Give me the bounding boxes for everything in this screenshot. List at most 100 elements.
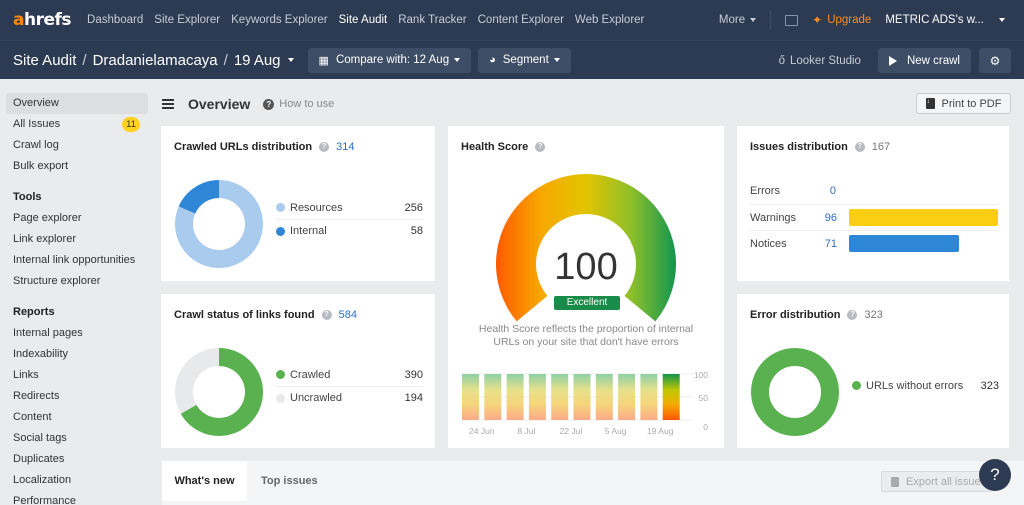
- help-icon[interactable]: ?: [321, 310, 332, 320]
- crawled-urls-card: Crawled URLs distribution ? 314 Resource…: [161, 126, 435, 281]
- history-bar[interactable]: [528, 374, 546, 420]
- bottom-panel: What's new Top issues Export all issues: [162, 461, 1024, 505]
- issue-count[interactable]: 0: [810, 185, 836, 197]
- card-title: Crawl status of links found ? 584: [174, 309, 357, 321]
- total-count: 323: [864, 309, 883, 321]
- legend-dot: [276, 226, 285, 236]
- sidebar-item-performance[interactable]: Performance: [6, 491, 148, 505]
- history-bar[interactable]: [484, 374, 502, 420]
- legend-item-crawled[interactable]: Crawled 390: [276, 363, 423, 386]
- history-bar[interactable]: [662, 374, 680, 420]
- history-bar[interactable]: [640, 374, 658, 420]
- sidebar-item-bulk-export[interactable]: Bulk export: [6, 156, 148, 177]
- nav-link-dashboard[interactable]: Dashboard: [87, 14, 143, 26]
- sidebar-item-indexability[interactable]: Indexability: [6, 344, 148, 365]
- settings-button[interactable]: ⚙: [979, 48, 1011, 73]
- history-bar[interactable]: [506, 374, 524, 420]
- sidebar-item-structure-explorer[interactable]: Structure explorer: [6, 271, 148, 292]
- crawl-status-card: Crawl status of links found ? 584 Crawle…: [161, 294, 435, 448]
- x-tick-label: 5 Aug: [605, 426, 627, 436]
- segment-button[interactable]: ◕ Segment: [478, 47, 571, 73]
- total-count-link[interactable]: 314: [336, 141, 354, 153]
- sparkle-icon: ✦: [812, 13, 823, 27]
- sidebar-item-duplicates[interactable]: Duplicates: [6, 449, 148, 470]
- tab-top-issues[interactable]: Top issues: [261, 461, 318, 501]
- sidebar-item-overview[interactable]: Overview: [6, 93, 148, 114]
- sidebar-item-internal-link-opportunities[interactable]: Internal link opportunities: [6, 250, 148, 271]
- history-bar[interactable]: [462, 374, 479, 420]
- health-score-card: Health Score ? 100 Excellent Health Scor…: [448, 126, 724, 448]
- sidebar-item-content[interactable]: Content: [6, 407, 148, 428]
- account-menu[interactable]: METRIC ADS's w...: [885, 14, 984, 26]
- help-button[interactable]: ?: [979, 459, 1011, 491]
- issue-row-errors[interactable]: Errors 0: [750, 178, 998, 204]
- chevron-down-icon[interactable]: [999, 18, 1005, 22]
- chevron-down-icon: [750, 17, 757, 22]
- issue-count[interactable]: 96: [810, 212, 837, 224]
- history-bar[interactable]: [551, 374, 569, 420]
- sidebar-item-crawl-log[interactable]: Crawl log: [6, 135, 148, 156]
- history-bar[interactable]: [573, 374, 591, 420]
- x-tick-label: 8 Jul: [517, 426, 535, 436]
- legend-item-resources[interactable]: Resources 256: [276, 196, 423, 219]
- print-to-pdf-button[interactable]: Print to PDF: [916, 93, 1011, 114]
- breadcrumb-separator: /: [223, 51, 228, 69]
- history-bar[interactable]: [595, 374, 613, 420]
- sidebar-item-social-tags[interactable]: Social tags: [6, 428, 148, 449]
- compare-with-button[interactable]: ▦ Compare with: 12 Aug: [307, 47, 472, 73]
- issue-bar-notices: [849, 235, 959, 252]
- upgrade-link[interactable]: ✦ Upgrade: [812, 13, 871, 27]
- total-count-link[interactable]: 584: [339, 309, 357, 321]
- help-icon[interactable]: ?: [319, 142, 330, 152]
- how-to-use-link[interactable]: How to use: [279, 98, 334, 110]
- download-doc-icon: [925, 98, 935, 109]
- issue-row-warnings[interactable]: Warnings 96: [750, 204, 998, 230]
- new-crawl-button[interactable]: New crawl: [877, 48, 971, 73]
- sidebar-item-all-issues[interactable]: All Issues 11: [6, 114, 148, 135]
- breadcrumb-site-audit[interactable]: Site Audit: [13, 52, 76, 69]
- y-tick-label: 50: [699, 393, 709, 403]
- total-count: 167: [871, 141, 891, 153]
- sidebar-item-localization[interactable]: Localization: [6, 470, 148, 491]
- sidebar-item-internal-pages[interactable]: Internal pages: [6, 323, 148, 344]
- chevron-down-icon[interactable]: [287, 58, 294, 62]
- sidebar-item-redirects[interactable]: Redirects: [6, 386, 148, 407]
- nav-link-web-explorer[interactable]: Web Explorer: [575, 14, 644, 26]
- breadcrumb-project[interactable]: Dradanielamacaya: [93, 52, 218, 69]
- nav-link-rank-tracker[interactable]: Rank Tracker: [398, 14, 466, 26]
- legend-dot: [276, 203, 285, 212]
- issue-count[interactable]: 71: [810, 238, 837, 250]
- sidebar-item-page-explorer[interactable]: Page explorer: [6, 208, 148, 229]
- sidebar-item-links[interactable]: Links: [6, 365, 148, 386]
- ahrefs-logo[interactable]: ahrefs: [13, 10, 72, 30]
- crawled-urls-donut: [175, 180, 263, 268]
- health-score-value: 100: [554, 246, 618, 288]
- sidebar-item-link-explorer[interactable]: Link explorer: [6, 229, 148, 250]
- menu-icon[interactable]: [162, 99, 174, 109]
- nav-link-content-explorer[interactable]: Content Explorer: [478, 14, 564, 26]
- legend-item-internal[interactable]: Internal 58: [276, 219, 423, 242]
- crawl-status-slice-1[interactable]: [175, 348, 219, 414]
- looker-studio-link[interactable]: ő Looker Studio: [779, 55, 861, 67]
- legend-item-urls-without-errors[interactable]: URLs without errors 323: [852, 374, 999, 397]
- crawled-urls-slice-internal[interactable]: [178, 180, 219, 214]
- help-icon: ?: [263, 98, 275, 110]
- nav-link-site-audit[interactable]: Site Audit: [339, 14, 388, 26]
- nav-link-site-explorer[interactable]: Site Explorer: [154, 14, 220, 26]
- history-bar[interactable]: [618, 374, 636, 420]
- more-menu[interactable]: More: [719, 14, 757, 26]
- help-icon[interactable]: ?: [847, 310, 858, 320]
- health-history-chart: 0 50 100 24 Jun 8 Jul 22 Jul 5 Aug 19 Aug: [461, 370, 709, 436]
- legend-item-uncrawled[interactable]: Uncrawled 194: [276, 386, 423, 409]
- issue-row-notices[interactable]: Notices 71: [750, 230, 998, 256]
- breadcrumb-date[interactable]: 19 Aug: [234, 52, 281, 69]
- chevron-down-icon: [553, 58, 560, 62]
- help-icon[interactable]: ?: [854, 142, 865, 152]
- monitor-icon[interactable]: [785, 14, 799, 26]
- export-all-issues-button[interactable]: Export all issues: [881, 471, 991, 492]
- help-icon[interactable]: ?: [535, 142, 546, 152]
- page-header: Overview ? How to use: [162, 93, 334, 115]
- tab-whats-new[interactable]: What's new: [162, 461, 247, 501]
- error-distribution-slice-0[interactable]: [751, 348, 839, 436]
- nav-link-keywords-explorer[interactable]: Keywords Explorer: [231, 14, 328, 26]
